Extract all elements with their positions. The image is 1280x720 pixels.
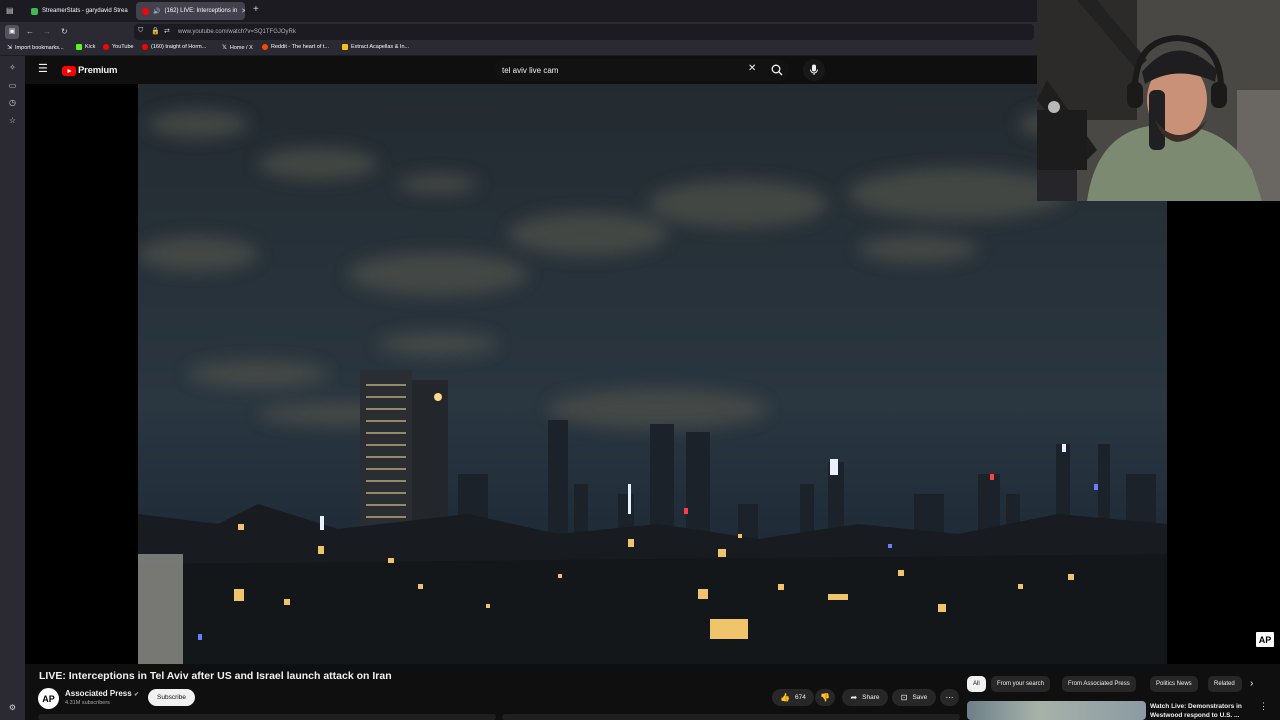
address-bar[interactable]: ⛉ 🔒 ⇄ www.youtube.com/watch?v=SQ1TFGJOyR…: [134, 24, 1034, 40]
video-frame[interactable]: [138, 84, 1167, 664]
youtube-premium-logo[interactable]: Premium: [62, 65, 117, 76]
browser-sidebar: ✧ ▭ ◷ ☆ ⚙: [0, 56, 25, 720]
voice-search-button[interactable]: [803, 59, 825, 81]
x-logo-icon: 𝕏: [222, 45, 227, 51]
search-query: tel aviv live cam: [502, 65, 559, 75]
save-label: Save: [912, 694, 928, 701]
search-input[interactable]: tel aviv live cam ✕: [495, 59, 789, 81]
description-box-edge: [38, 714, 496, 720]
tab-youtube-live[interactable]: 🔊 (162) LIVE: Interceptions in ✕: [136, 2, 245, 20]
dislike-button[interactable]: 👎: [815, 689, 835, 706]
close-tab-icon[interactable]: ✕: [241, 7, 245, 15]
youtube-play-logo-icon: [62, 65, 76, 76]
bookmark-youtube[interactable]: YouTube: [103, 44, 134, 50]
sidebar-toggle-icon[interactable]: ▣: [5, 25, 19, 39]
bookmark-label: (160) traight of Horm...: [151, 44, 207, 50]
share-arrow-icon: ➦: [850, 693, 858, 702]
bookmark-hormuz[interactable]: (160) traight of Horm...: [142, 44, 206, 50]
bookmark-label: Reddit - The heart of t...: [271, 44, 329, 50]
more-horizontal-icon: ⋯: [945, 693, 954, 702]
share-button[interactable]: ➦ Share: [842, 689, 888, 706]
lock-icon[interactable]: 🔒: [151, 27, 160, 35]
youtube-icon: [103, 44, 109, 50]
channel-name[interactable]: Associated Press ✔: [65, 689, 139, 698]
new-tab-button[interactable]: +: [253, 4, 259, 15]
back-arrow-icon[interactable]: ←: [26, 27, 34, 37]
bookmark-import[interactable]: ⇲ Import bookmarks...: [7, 44, 64, 52]
streamerstats-favicon-icon: [31, 7, 38, 15]
bookmark-acapellas[interactable]: Extract Acapellas & In...: [342, 44, 409, 50]
chip-politics-news[interactable]: Politics News: [1150, 676, 1198, 692]
streamer-webcam-overlay: [1037, 0, 1280, 201]
channel-avatar[interactable]: AP: [38, 688, 59, 709]
search-icon[interactable]: [771, 63, 783, 81]
bookmark-label: Import bookmarks...: [15, 44, 64, 51]
chip-from-your-search[interactable]: From your search: [991, 676, 1051, 692]
history-icon[interactable]: ◷: [7, 97, 18, 108]
save-button[interactable]: ⊡ Save: [892, 689, 936, 706]
tab-title: StreamerStats - garydavid Strea: [42, 8, 128, 14]
tel-aviv-night-skyline-image: [138, 84, 1167, 664]
channel-name-text: Associated Press: [65, 689, 132, 698]
youtube-icon: [142, 44, 148, 50]
sync-tabs-icon[interactable]: ▭: [7, 80, 18, 91]
subscribe-button[interactable]: Subscribe: [148, 689, 195, 706]
clear-search-icon[interactable]: ✕: [748, 63, 756, 74]
share-label: Share: [862, 694, 880, 701]
chip-related[interactable]: Related: [1208, 676, 1242, 692]
description-box-edge: [502, 714, 960, 720]
youtube-favicon-icon: [142, 7, 149, 15]
recommendation-more-icon[interactable]: ⋮: [1259, 701, 1268, 712]
subscriber-count: 4.31M subscribers: [65, 700, 110, 706]
reddit-icon: [262, 44, 268, 50]
bookmark-label: YouTube: [112, 44, 134, 50]
thumbs-up-icon: 👍: [780, 693, 791, 702]
thumbs-down-icon: 👎: [820, 693, 830, 702]
bookmark-label: Kick: [85, 44, 96, 50]
acapellas-icon: [342, 44, 348, 50]
streamer-webcam-image: [1037, 0, 1280, 201]
tab-streamerstats[interactable]: StreamerStats - garydavid Strea ✕: [25, 2, 132, 20]
verified-check-icon: ✔: [133, 692, 139, 698]
menu-hamburger-icon[interactable]: ☰: [38, 63, 48, 75]
bookmarks-star-icon[interactable]: ☆: [7, 115, 18, 126]
tab-title: (162) LIVE: Interceptions in: [164, 8, 238, 14]
bookmark-reddit[interactable]: Reddit - The heart of t...: [262, 44, 329, 50]
bookmark-save-icon: ⊡: [900, 693, 908, 702]
forward-arrow-icon[interactable]: →: [43, 27, 51, 37]
import-icon: ⇲: [7, 45, 13, 51]
tab-list-icon[interactable]: ▤: [6, 6, 14, 15]
bookmark-x[interactable]: 𝕏 Home / X: [222, 44, 253, 52]
like-count: 674: [795, 694, 806, 701]
premium-label: Premium: [78, 65, 118, 76]
chips-next-chevron-icon[interactable]: ›: [1250, 678, 1253, 689]
chip-from-associated-press[interactable]: From Associated Press: [1062, 676, 1136, 692]
recommendation-thumbnail[interactable]: [967, 701, 1146, 720]
bookmark-label: Extract Acapellas & In...: [351, 44, 410, 50]
recommendation-title[interactable]: Watch Live: Demonstrators in Westwood re…: [1150, 702, 1250, 720]
kick-icon: [76, 44, 82, 50]
customize-sidebar-gear-icon[interactable]: ⚙: [7, 702, 18, 713]
like-button[interactable]: 👍 674: [772, 689, 814, 706]
video-title: LIVE: Interceptions in Tel Aviv after US…: [39, 670, 392, 682]
chip-all[interactable]: All: [967, 676, 986, 692]
bookmark-label: Home / X: [229, 44, 253, 51]
shield-icon[interactable]: ⛉: [138, 27, 143, 35]
microphone-icon: [810, 64, 818, 75]
audio-playing-icon[interactable]: 🔊: [153, 8, 160, 15]
ai-chatbot-icon[interactable]: ✧: [7, 62, 18, 73]
bookmark-kick[interactable]: Kick: [76, 44, 95, 50]
reload-icon[interactable]: ↻: [61, 27, 68, 37]
url-text: www.youtube.com/watch?v=SQ1TFGJOyRk: [178, 29, 296, 35]
more-actions-button[interactable]: ⋯: [940, 689, 959, 706]
ap-watermark-logo: AP: [1256, 632, 1274, 647]
permissions-icon[interactable]: ⇄: [164, 27, 170, 35]
